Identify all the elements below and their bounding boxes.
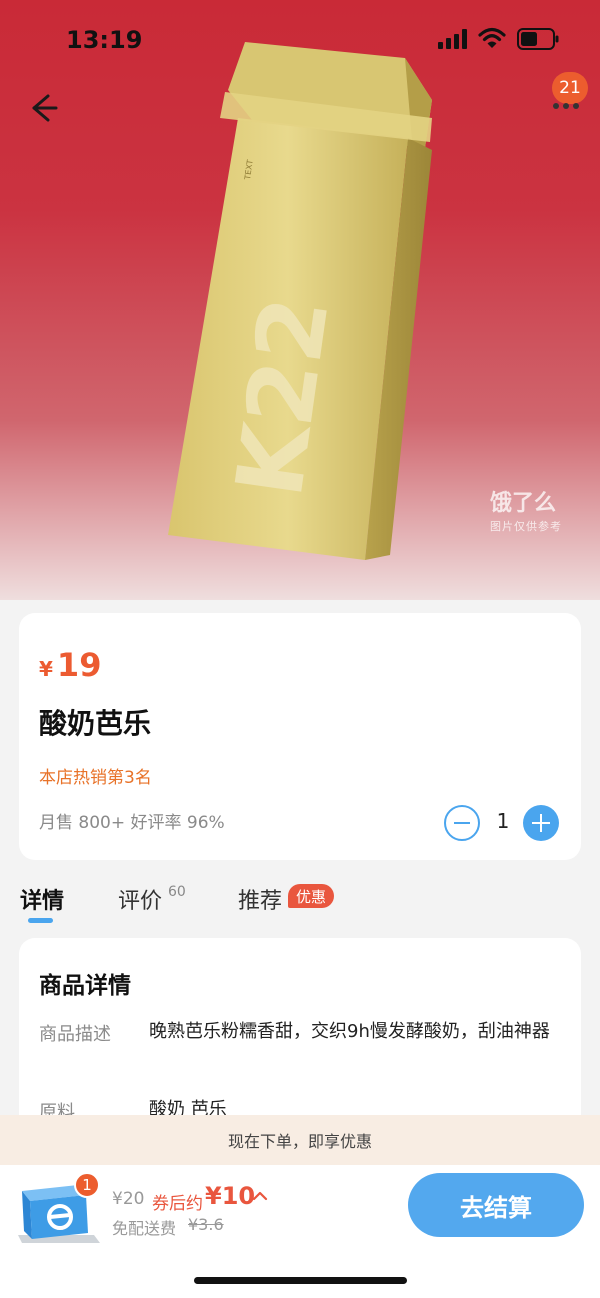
- back-arrow-icon[interactable]: [20, 88, 64, 128]
- tab-active-indicator: [28, 918, 53, 923]
- quantity-value: 1: [496, 809, 510, 833]
- delivery-fee-original: ¥3.6: [188, 1215, 224, 1234]
- promo-strip: 现在下单，即享优惠: [0, 1115, 600, 1165]
- product-hero: K22 TEXT 13:19 21 饿了么 图片仅供参考: [0, 0, 600, 600]
- home-indicator: [194, 1277, 407, 1284]
- coupon-label: 券后约: [152, 1194, 203, 1214]
- detail-label-description: 商品描述: [39, 1024, 111, 1045]
- product-info-card: ¥ 19 酸奶芭乐 本店热销第3名 月售 800+ 好评率 96% 1: [19, 613, 581, 860]
- details-title: 商品详情: [39, 973, 131, 999]
- sales-stats: 月售 800+ 好评率 96%: [39, 813, 225, 833]
- status-bar: 13:19: [0, 0, 600, 80]
- cart-item-badge: 1: [74, 1172, 100, 1198]
- image-watermark: 饿了么 图片仅供参考: [490, 485, 562, 534]
- review-count: 60: [168, 884, 186, 900]
- delivery-fee-free: 免配送费: [112, 1219, 177, 1238]
- coupon-price: ¥10: [205, 1182, 256, 1210]
- watermark-note: 图片仅供参考: [490, 520, 562, 533]
- detail-value-description: 晚熟芭乐粉糯香甜，交织9h慢发酵酸奶，刮油神器: [149, 1021, 550, 1042]
- tab-reviews[interactable]: 评价: [118, 883, 162, 915]
- product-name: 酸奶芭乐: [39, 707, 152, 740]
- price-currency: ¥: [39, 657, 53, 681]
- battery-icon: [517, 28, 559, 50]
- status-time: 13:19: [66, 26, 143, 54]
- original-total: ¥20: [112, 1189, 145, 1209]
- cellular-signal-icon: [438, 29, 467, 49]
- more-options-icon[interactable]: [546, 96, 586, 116]
- checkout-button[interactable]: 去结算: [408, 1173, 584, 1237]
- watermark-logo: 饿了么: [490, 491, 557, 516]
- product-price: ¥ 19: [39, 646, 101, 684]
- quantity-plus-button[interactable]: [523, 805, 559, 841]
- wifi-icon: [478, 27, 506, 48]
- quantity-minus-button[interactable]: [444, 805, 480, 841]
- tab-details[interactable]: 详情: [20, 883, 64, 915]
- chevron-up-icon[interactable]: [252, 1189, 268, 1203]
- tab-recommend[interactable]: 推荐: [238, 883, 282, 915]
- checkout-bar: 1 ¥20 券后约 ¥10 免配送费 ¥3.6 去结算: [0, 1165, 600, 1298]
- price-value: 19: [56, 646, 102, 684]
- hot-rank-label[interactable]: 本店热销第3名: [39, 763, 152, 788]
- promo-badge: 优惠: [288, 884, 335, 908]
- product-image: K22 TEXT: [168, 42, 432, 560]
